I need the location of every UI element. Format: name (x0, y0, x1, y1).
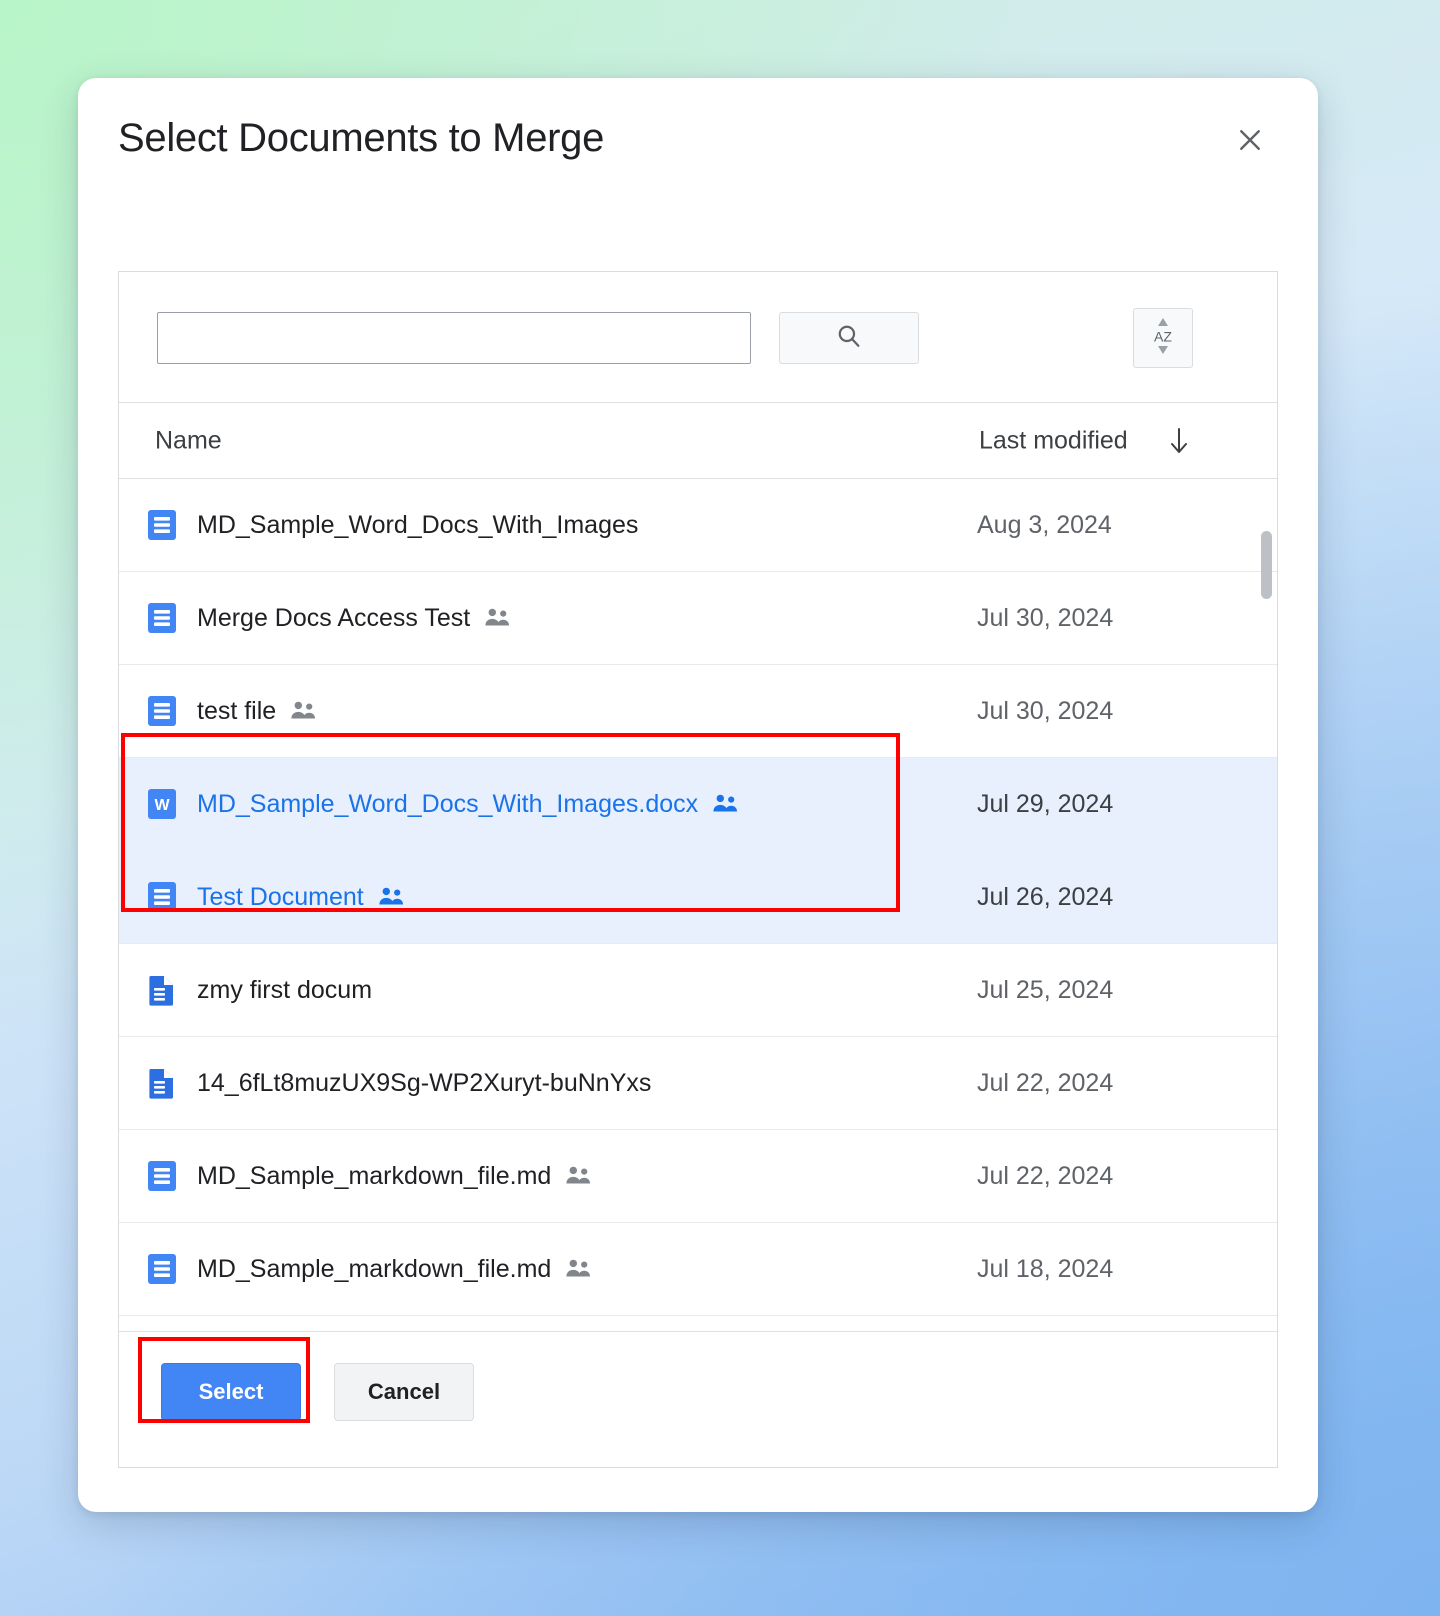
table-row[interactable]: W MD_Sample_Word_Docs_With_Images.docx Jul… (119, 758, 1277, 851)
document-name: 14_6fLt8muzUX9Sg-WP2Xuryt-buNnYxs (197, 1068, 652, 1097)
close-icon (1235, 125, 1265, 155)
table-row[interactable]: Test Document Jul 26, 2024 (119, 851, 1277, 944)
shared-people-icon (712, 793, 739, 815)
document-picker-panel: AZ Name Last modified MD_Sample_Word_Doc… (118, 271, 1278, 1468)
google-docs-icon (119, 1159, 197, 1193)
row-name-cell: Test Document (197, 883, 977, 912)
document-last-modified: Jul 30, 2024 (977, 696, 1114, 725)
search-button[interactable] (779, 312, 919, 364)
cancel-button[interactable]: Cancel (334, 1363, 474, 1421)
document-last-modified: Jul 22, 2024 (977, 1068, 1114, 1097)
close-button[interactable] (1230, 120, 1270, 160)
list-column-headers: Name Last modified (119, 403, 1277, 479)
sort-button[interactable]: AZ (1133, 308, 1193, 368)
search-icon (835, 322, 863, 355)
row-name-cell: test file (197, 697, 977, 726)
select-documents-dialog: Select Documents to Merge AZ Name Last m… (78, 78, 1318, 1512)
table-row[interactable]: 14_6fLt8muzUX9Sg-WP2Xuryt-buNnYxs Jul 22,… (119, 1037, 1277, 1130)
word-doc-icon: W (119, 787, 197, 821)
shared-people-icon (565, 1258, 592, 1280)
shared-people-icon (565, 1165, 592, 1187)
page-title: Select Documents to Merge (118, 116, 605, 160)
list-scrollbar-track[interactable] (1261, 479, 1275, 1331)
shared-people-icon (484, 607, 511, 629)
google-docs-icon (119, 1252, 197, 1286)
generic-document-icon (119, 1066, 197, 1100)
google-docs-icon (119, 601, 197, 635)
document-last-modified: Jul 25, 2024 (977, 975, 1114, 1004)
google-docs-icon (119, 880, 197, 914)
google-docs-icon (119, 694, 197, 728)
document-name: test file (197, 696, 277, 725)
arrow-down-icon[interactable] (1165, 425, 1193, 457)
generic-document-icon (119, 973, 197, 1007)
google-docs-icon (119, 508, 197, 542)
search-input[interactable] (157, 312, 751, 364)
document-name: MD_Sample_Word_Docs_With_Images (197, 510, 639, 539)
shared-people-icon (378, 886, 405, 908)
table-row[interactable]: MD_Sample_Word_Docs_With_Images Aug 3, 20… (119, 479, 1277, 572)
dialog-header: Select Documents to Merge (78, 78, 1318, 208)
document-last-modified: Jul 29, 2024 (977, 789, 1114, 818)
document-name: Merge Docs Access Test (197, 603, 471, 632)
row-name-cell: zmy first docum (197, 976, 977, 1005)
document-last-modified: Aug 3, 2024 (977, 510, 1112, 539)
table-row[interactable]: test file Jul 30, 2024 (119, 665, 1277, 758)
document-last-modified: Jul 22, 2024 (977, 1161, 1114, 1190)
document-name: MD_Sample_Word_Docs_With_Images.docx (197, 789, 699, 818)
column-header-name[interactable]: Name (155, 426, 222, 455)
row-name-cell: MD_Sample_markdown_file.md (197, 1162, 977, 1191)
table-row[interactable]: zmy first docum Jul 25, 2024 (119, 944, 1277, 1037)
picker-footer: Select Cancel (119, 1331, 1277, 1467)
svg-text:W: W (154, 797, 170, 814)
row-name-cell: Merge Docs Access Test (197, 604, 977, 633)
row-name-cell: MD_Sample_Word_Docs_With_Images (197, 511, 977, 540)
document-name: zmy first docum (197, 975, 373, 1004)
document-list: MD_Sample_Word_Docs_With_Images Aug 3, 20… (119, 479, 1277, 1331)
table-row[interactable]: MD_Sample_markdown_file.md Jul 22, 2024 (119, 1130, 1277, 1223)
document-last-modified: Jul 18, 2024 (977, 1254, 1114, 1283)
row-name-cell: MD_Sample_Word_Docs_With_Images.docx (197, 790, 977, 819)
document-last-modified: Jul 26, 2024 (977, 882, 1114, 911)
svg-text:AZ: AZ (1154, 328, 1172, 344)
document-name: Test Document (197, 882, 364, 911)
table-row[interactable]: Merge Docs Access Test Jul 30, 2024 (119, 572, 1277, 665)
sort-az-icon: AZ (1146, 315, 1180, 362)
document-last-modified: Jul 30, 2024 (977, 603, 1114, 632)
picker-toolbar: AZ (119, 272, 1277, 403)
table-row[interactable]: MD_Sample_markdown_file.md Jul 18, 2024 (119, 1223, 1277, 1316)
row-name-cell: 14_6fLt8muzUX9Sg-WP2Xuryt-buNnYxs (197, 1069, 977, 1098)
row-name-cell: MD_Sample_markdown_file.md (197, 1255, 977, 1284)
select-button[interactable]: Select (161, 1363, 301, 1421)
list-scrollbar-thumb[interactable] (1261, 531, 1272, 599)
document-name: MD_Sample_markdown_file.md (197, 1254, 552, 1283)
document-name: MD_Sample_markdown_file.md (197, 1161, 552, 1190)
column-header-last-modified[interactable]: Last modified (979, 426, 1128, 455)
shared-people-icon (290, 700, 317, 722)
